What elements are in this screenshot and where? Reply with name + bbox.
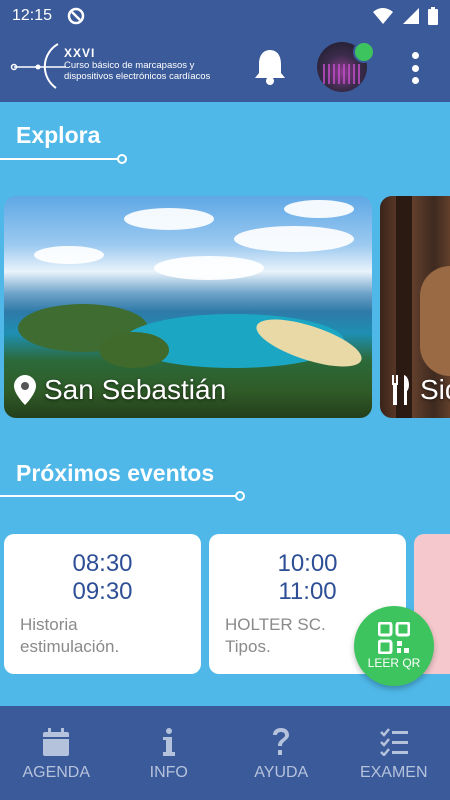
nav-item-info[interactable]: INFO bbox=[113, 706, 226, 800]
scan-qr-label: LEER QR bbox=[367, 656, 421, 670]
qr-code-icon bbox=[378, 622, 410, 654]
status-time: 12:15 bbox=[12, 7, 53, 24]
event-title: Historia estimulación. bbox=[20, 615, 120, 656]
course-edition: XXVI bbox=[64, 46, 96, 60]
checklist-icon bbox=[379, 728, 408, 756]
nav-label: AGENDA bbox=[22, 764, 91, 781]
status-bar: 12:15 bbox=[0, 0, 450, 32]
nav-label: INFO bbox=[149, 764, 188, 781]
event-end-time: 09:30 bbox=[72, 578, 133, 605]
place-card-name: San Sebastián bbox=[44, 374, 227, 405]
info-icon bbox=[162, 728, 175, 756]
place-card-label: San Sebastián bbox=[14, 374, 226, 406]
course-logo-icon bbox=[10, 43, 66, 89]
wifi-icon bbox=[373, 8, 393, 24]
cutlery-icon bbox=[392, 375, 409, 405]
nav-item-ayuda[interactable]: AYUDA bbox=[225, 706, 338, 800]
explore-underline bbox=[0, 154, 127, 164]
data-saver-icon bbox=[67, 7, 85, 25]
nav-item-agenda[interactable]: AGENDA bbox=[0, 706, 113, 800]
overflow-menu-icon[interactable] bbox=[405, 48, 425, 88]
course-subtitle: Curso básico de marcapasos y dispositivo… bbox=[64, 60, 211, 82]
events-title: Próximos eventos bbox=[16, 460, 215, 486]
nav-label: AYUDA bbox=[254, 764, 309, 781]
app-bar: XXVI Curso básico de marcapasos y dispos… bbox=[0, 32, 450, 102]
nav-item-examen[interactable]: EXAMEN bbox=[338, 706, 450, 800]
scan-qr-button[interactable]: LEER QR bbox=[354, 606, 434, 686]
place-card-sidreria[interactable]: Sid bbox=[380, 196, 450, 418]
nav-label: EXAMEN bbox=[359, 764, 428, 781]
event-end-time: 11:00 bbox=[278, 578, 337, 605]
explore-title: Explora bbox=[16, 122, 101, 148]
signal-icon bbox=[403, 8, 419, 24]
event-start-time: 08:30 bbox=[72, 550, 133, 577]
online-status-dot bbox=[353, 41, 375, 63]
bottom-navigation: AGENDA INFO AYUDA EXAMEN bbox=[0, 706, 450, 800]
place-card-label: Sid bbox=[390, 374, 450, 406]
battery-icon bbox=[428, 7, 438, 25]
calendar-icon bbox=[43, 728, 70, 756]
event-start-time: 10:00 bbox=[277, 550, 338, 577]
place-card-name: Sid bbox=[420, 374, 450, 405]
location-pin-icon bbox=[14, 375, 36, 405]
course-brand: XXVI Curso básico de marcapasos y dispos… bbox=[64, 46, 214, 82]
event-card[interactable]: 08:30 09:30 Historia estimulación. bbox=[4, 534, 201, 674]
question-icon bbox=[273, 728, 290, 755]
event-title: HOLTER SC. Tipos. Recomendaciones bbox=[225, 615, 326, 656]
place-card-san-sebastian[interactable]: San Sebastián bbox=[4, 196, 372, 418]
events-underline bbox=[0, 491, 245, 501]
notifications-bell-icon[interactable] bbox=[252, 46, 288, 86]
